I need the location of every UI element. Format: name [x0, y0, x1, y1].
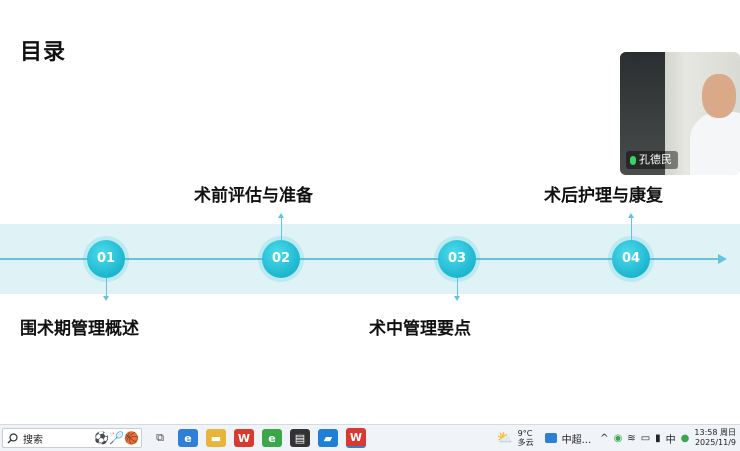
- step-node-03: 03: [438, 240, 476, 278]
- step-node-01: 01: [87, 240, 125, 278]
- battery-icon[interactable]: ▭: [641, 433, 650, 444]
- connector-arrow-icon: [628, 213, 634, 218]
- connector-arrow-icon: [103, 296, 109, 301]
- search-icon: [7, 432, 18, 443]
- sports-icon: ⚽🏸🏀: [94, 431, 139, 445]
- timeline-arrow-icon: [718, 254, 727, 264]
- browser-green-icon[interactable]: e: [262, 429, 282, 447]
- speaker-name: 孔德民: [639, 153, 672, 166]
- file-explorer-icon[interactable]: ▬: [206, 429, 226, 447]
- speaker-body: [690, 112, 740, 175]
- step-connector-04: [631, 218, 632, 240]
- wps-office-icon[interactable]: W: [234, 429, 254, 447]
- chevron-up-icon[interactable]: ^: [600, 433, 608, 444]
- video-call-thumbnail[interactable]: 孔德民: [620, 52, 740, 175]
- browser-ie-icon[interactable]: e: [178, 429, 198, 447]
- step-node-02: 02: [262, 240, 300, 278]
- slide-title: 目录: [20, 40, 67, 65]
- system-clock[interactable]: 13:58 周日 2025/11/9: [694, 428, 736, 448]
- step-node-04: 04: [612, 240, 650, 278]
- step-connector-03: [457, 278, 458, 296]
- taskbar-search-box[interactable]: 搜索 ⚽🏸🏀: [2, 428, 142, 448]
- presentation-slide: 目录 01 围术期管理概述 02 术前评估与准备 03 术中管理要点 04 术后…: [0, 0, 740, 424]
- wps-presentation-icon[interactable]: W: [346, 428, 366, 448]
- clock-date: 2025/11/9: [694, 438, 736, 447]
- app-tray-label[interactable]: 中超...: [562, 431, 592, 446]
- step-label-02: 术前评估与准备: [194, 186, 313, 206]
- volume-icon[interactable]: ▮: [655, 433, 661, 444]
- windows-taskbar: 搜索 ⚽🏸🏀 ⧉ e ▬ W e ▤ ▰ W ⛅ 9°C 多云 中超... ^ …: [0, 424, 740, 451]
- step-label-01: 围术期管理概述: [20, 319, 139, 339]
- weather-temperature: 9°C: [517, 429, 533, 438]
- input-method[interactable]: 中: [666, 431, 676, 446]
- connector-arrow-icon: [278, 213, 284, 218]
- app-status-icon[interactable]: ●: [681, 433, 690, 444]
- step-label-03: 术中管理要点: [369, 319, 471, 339]
- weather-description: 多云: [517, 438, 534, 447]
- speaker-head: [702, 74, 736, 118]
- system-tray: ⛅ 9°C 多云 中超... ^ ◉ ≋ ▭ ▮ 中 ● 13:58 周日 20…: [496, 428, 740, 448]
- meeting-app-icon[interactable]: ▰: [318, 429, 338, 447]
- task-view-icon[interactable]: ⧉: [150, 429, 170, 447]
- speaker-name-tag: 孔德民: [626, 151, 678, 169]
- step-label-04: 术后护理与康复: [544, 186, 663, 206]
- search-placeholder: 搜索: [23, 434, 43, 446]
- app-tray-icon: [544, 433, 557, 443]
- weather-widget[interactable]: 9°C 多云: [518, 429, 534, 447]
- microphone-icon: [630, 155, 636, 165]
- shield-icon[interactable]: ◉: [614, 433, 623, 444]
- wifi-icon[interactable]: ≋: [627, 433, 635, 444]
- clock-time: 13:58 周日: [694, 428, 736, 437]
- step-connector-01: [106, 278, 107, 296]
- weather-cloud-icon: ⛅: [496, 430, 513, 446]
- connector-arrow-icon: [454, 296, 460, 301]
- media-app-icon[interactable]: ▤: [290, 429, 310, 447]
- step-connector-02: [281, 218, 282, 240]
